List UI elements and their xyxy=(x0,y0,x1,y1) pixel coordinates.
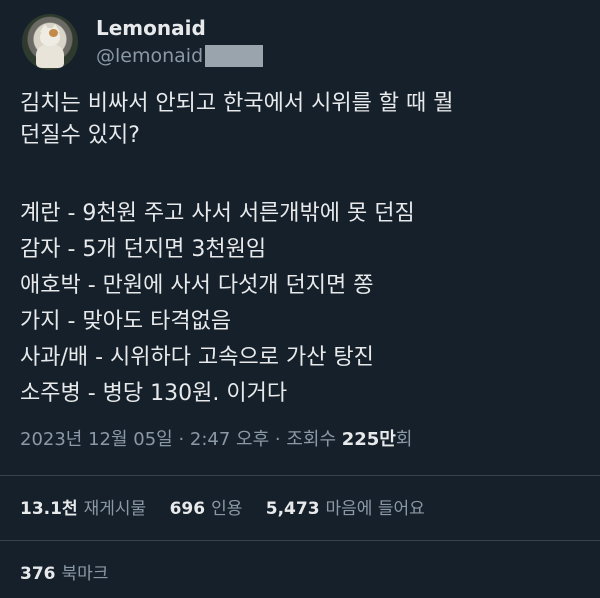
timestamp[interactable]: 2023년 12월 05일 · 2:47 오후 · 조회수 xyxy=(20,429,342,450)
avatar[interactable] xyxy=(22,14,78,70)
retweets-count: 13.1천 xyxy=(20,499,78,519)
avatar-cat-body xyxy=(36,44,64,68)
tweet-list-line: 애호박 - 만원에 사서 다섯개 던지면 쫑 xyxy=(20,273,374,298)
tweet-list-line: 소주병 - 병당 130원. 이거다 xyxy=(20,381,288,406)
tweet-list-line: 사과/배 - 시위하다 고속으로 가산 탕진 xyxy=(20,345,374,370)
user-handle[interactable]: @lemonaid xyxy=(96,43,203,69)
user-names: Lemonaid @lemonaid xyxy=(96,15,264,69)
tweet-list: 계란 - 9천원 주고 사서 서른개밖에 못 던짐 감자 - 5개 던지면 3천… xyxy=(20,196,415,412)
tweet-header: Lemonaid @lemonaid xyxy=(22,14,264,70)
retweets-label: 재게시물 xyxy=(83,499,147,519)
bookmarks-count: 376 xyxy=(20,564,56,584)
engagement-stats: 13.1천 재게시물 696 인용 5,473 마음에 들어요 xyxy=(20,496,443,522)
bookmarks-label: 북마크 xyxy=(61,564,109,584)
bookmarks-stat[interactable]: 376 북마크 xyxy=(20,561,126,587)
likes-label: 마음에 들어요 xyxy=(325,499,425,519)
view-count-suffix: 회 xyxy=(395,429,413,450)
tweet-list-line: 계란 - 9천원 주고 사서 서른개밖에 못 던짐 xyxy=(20,201,415,226)
tweet-intro-line: 김치는 비싸서 안되고 한국에서 시위를 할 때 뭘 xyxy=(20,91,454,116)
redaction-box xyxy=(205,45,264,67)
divider xyxy=(0,475,600,476)
likes-stat[interactable]: 5,473 마음에 들어요 xyxy=(266,499,443,519)
likes-count: 5,473 xyxy=(265,499,320,519)
retweets-stat[interactable]: 13.1천 재게시물 xyxy=(20,499,164,519)
tweet-intro-line: 던질수 있지? xyxy=(20,123,140,148)
display-name[interactable]: Lemonaid xyxy=(96,15,263,41)
view-count: 225만 xyxy=(341,429,396,450)
handle-row: @lemonaid xyxy=(96,43,264,69)
quotes-stat[interactable]: 696 인용 xyxy=(170,499,261,519)
quotes-count: 696 xyxy=(169,499,206,519)
divider xyxy=(0,540,600,541)
tweet-text: 김치는 비싸서 안되고 한국에서 시위를 할 때 뭘 던질수 있지? xyxy=(20,88,580,152)
tweet-list-line: 감자 - 5개 던지면 3천원임 xyxy=(20,237,267,262)
quotes-label: 인용 xyxy=(211,499,243,519)
tweet-meta: 2023년 12월 05일 · 2:47 오후 · 조회수 225만회 xyxy=(20,427,412,453)
tweet-list-line: 가지 - 맞아도 타격없음 xyxy=(20,309,232,334)
avatar-cat-patch xyxy=(49,29,58,37)
